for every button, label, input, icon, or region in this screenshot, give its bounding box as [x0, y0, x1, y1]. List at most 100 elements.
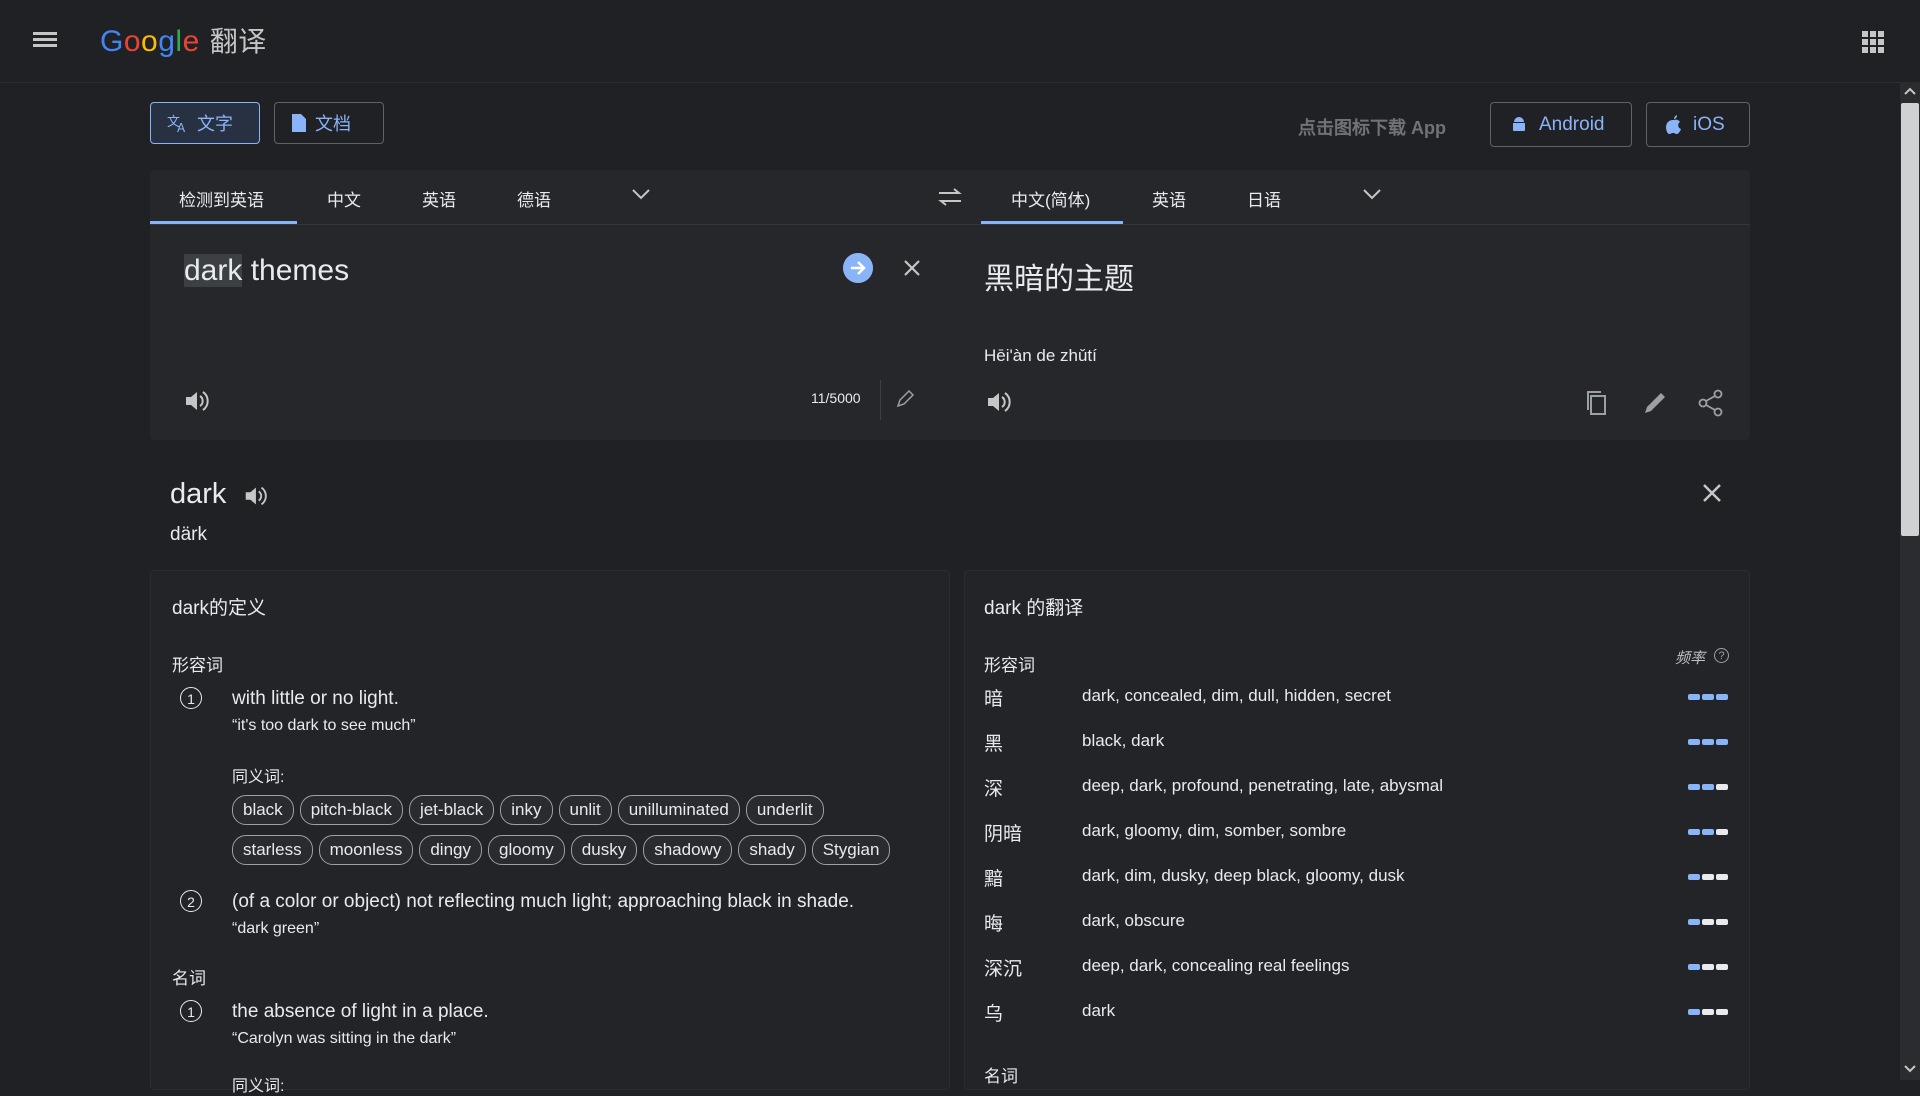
listen-source-icon[interactable] — [182, 387, 210, 415]
synonym-chip[interactable]: dingy — [419, 835, 482, 865]
edit-source-icon[interactable] — [880, 380, 925, 420]
translation-word[interactable]: 暗 — [984, 684, 1003, 711]
translation-row[interactable]: 黑 black, dark — [984, 729, 1734, 759]
frequency-indicator — [1688, 694, 1728, 700]
synonym-chip[interactable]: black — [232, 795, 294, 825]
target-language-dropdown-icon[interactable] — [1362, 188, 1382, 200]
main-menu-icon[interactable] — [30, 29, 60, 53]
reverse-translations: deep, dark, profound, penetrating, late,… — [1082, 776, 1444, 795]
translation-word[interactable]: 黑 — [984, 729, 1003, 756]
synonyms-label: 同义词: — [232, 1078, 285, 1095]
reverse-translations: black, dark — [1082, 731, 1165, 750]
synonym-chip[interactable]: inky — [500, 795, 553, 825]
listen-headword-icon[interactable] — [242, 483, 268, 509]
tab-target-chinese-simplified[interactable]: 中文(简体) — [1011, 186, 1090, 211]
frequency-segment — [1716, 739, 1728, 745]
tab-target-english[interactable]: 英语 — [1152, 186, 1186, 211]
tab-source-english[interactable]: 英语 — [422, 186, 456, 211]
synonym-chip[interactable]: pitch-black — [299, 795, 403, 825]
copy-translation-icon[interactable] — [1582, 388, 1612, 418]
translate-icon: 文A — [167, 115, 186, 133]
ios-label: iOS — [1693, 113, 1725, 135]
reverse-translations: dark, concealed, dim, dull, hidden, secr… — [1082, 686, 1392, 705]
android-app-button[interactable]: Android — [1490, 102, 1632, 147]
translation-word[interactable]: 深 — [984, 774, 1003, 801]
listen-translation-icon[interactable] — [984, 388, 1012, 416]
definition-number: 1 — [180, 1000, 202, 1022]
google-apps-icon[interactable] — [1862, 31, 1884, 53]
tab-source-german[interactable]: 德语 — [517, 186, 551, 211]
scroll-down-icon[interactable] — [1904, 1064, 1916, 1074]
translation-word[interactable]: 黯 — [984, 864, 1003, 891]
app-download-label: 点击图标下载 App — [1298, 118, 1446, 138]
reverse-translations: dark, gloomy, dim, somber, sombre — [1082, 821, 1347, 840]
reverse-translations: deep, dark, concealing real feelings — [1082, 956, 1350, 975]
scrollbar-thumb[interactable] — [1901, 103, 1919, 536]
translation-word[interactable]: 阴暗 — [984, 819, 1022, 846]
synonym-chip[interactable]: starless — [232, 835, 313, 865]
language-bar-divider — [150, 224, 1750, 225]
frequency-segment — [1716, 874, 1728, 880]
synonym-chip[interactable]: jet-black — [408, 795, 495, 825]
swap-languages-icon[interactable] — [937, 187, 963, 207]
frequency-segment — [1688, 739, 1700, 745]
frequency-segment — [1688, 919, 1700, 925]
translation-row[interactable]: 暗 dark, concealed, dim, dull, hidden, sec… — [984, 684, 1734, 714]
translation-row[interactable]: 阴暗 dark, gloomy, dim, somber, sombre — [984, 819, 1734, 849]
synonym-chip[interactable]: underlit — [745, 795, 824, 825]
translation-row[interactable]: 黯 dark, dim, dusky, deep black, gloomy, d… — [984, 864, 1734, 894]
synonym-chip[interactable]: shadowy — [643, 835, 733, 865]
google-translate-logo[interactable]: Google 翻译 — [100, 20, 267, 60]
frequency-segment — [1702, 964, 1714, 970]
frequency-segment — [1716, 694, 1728, 700]
synonym-chip[interactable]: gloomy — [487, 835, 565, 865]
logo-letter: l — [175, 25, 183, 58]
translation-row[interactable]: 深沉 deep, dark, concealing real feelings — [984, 954, 1734, 984]
frequency-label: 频率 — [1675, 650, 1706, 667]
frequency-indicator — [1688, 784, 1728, 790]
translation-word[interactable]: 深沉 — [984, 954, 1022, 981]
synonym-chip[interactable]: unilluminated — [617, 795, 740, 825]
product-name: 翻译 — [209, 25, 267, 58]
frequency-segment — [1688, 694, 1700, 700]
frequency-segment — [1688, 829, 1700, 835]
translation-row[interactable]: 乌 dark — [984, 999, 1734, 1029]
reverse-translations: dark, obscure — [1082, 911, 1185, 930]
tab-source-chinese[interactable]: 中文 — [327, 186, 361, 211]
text-mode-button[interactable]: 文A 文字 — [150, 102, 260, 144]
synonym-chip[interactable]: shady — [738, 835, 806, 865]
frequency-indicator — [1688, 919, 1728, 925]
suggest-edit-icon[interactable] — [1640, 388, 1670, 418]
frequency-help-icon[interactable]: ? — [1714, 648, 1729, 663]
translation-word[interactable]: 乌 — [984, 999, 1003, 1026]
translation-row[interactable]: 晦 dark, obscure — [984, 909, 1734, 939]
definition-number: 2 — [180, 890, 202, 912]
tab-detect-language[interactable]: 检测到英语 — [179, 186, 264, 211]
document-mode-label: 文档 — [315, 114, 351, 134]
clear-source-icon[interactable] — [902, 258, 922, 278]
source-text-rest: themes — [242, 254, 350, 287]
reverse-translations: dark, dim, dusky, deep black, gloomy, du… — [1082, 866, 1405, 885]
dictionary-headword: dark — [170, 478, 227, 510]
tab-target-japanese[interactable]: 日语 — [1247, 186, 1281, 211]
document-mode-button[interactable]: 文档 — [274, 102, 384, 144]
frequency-segment — [1702, 694, 1714, 700]
translate-go-icon[interactable] — [843, 253, 873, 283]
frequency-segment — [1702, 919, 1714, 925]
logo-letter: g — [158, 25, 176, 58]
scroll-up-icon[interactable] — [1904, 86, 1916, 96]
synonym-chip[interactable]: unlit — [558, 795, 612, 825]
synonym-row: starless moonless dingy gloomy dusky sha… — [232, 835, 891, 865]
synonym-chip[interactable]: dusky — [570, 835, 638, 865]
definition-example: “it's too dark to see much” — [232, 717, 416, 734]
ios-app-button[interactable]: iOS — [1646, 102, 1750, 147]
synonym-chip[interactable]: moonless — [318, 835, 414, 865]
close-dictionary-icon[interactable] — [1700, 481, 1724, 505]
source-text-input[interactable]: dark themes — [184, 254, 349, 288]
reverse-translations: dark — [1082, 1001, 1116, 1020]
source-language-dropdown-icon[interactable] — [631, 188, 651, 200]
share-translation-icon[interactable] — [1696, 388, 1726, 418]
synonym-chip[interactable]: Stygian — [811, 835, 891, 865]
translation-row[interactable]: 深 deep, dark, profound, penetrating, late… — [984, 774, 1734, 804]
translation-word[interactable]: 晦 — [984, 909, 1003, 936]
